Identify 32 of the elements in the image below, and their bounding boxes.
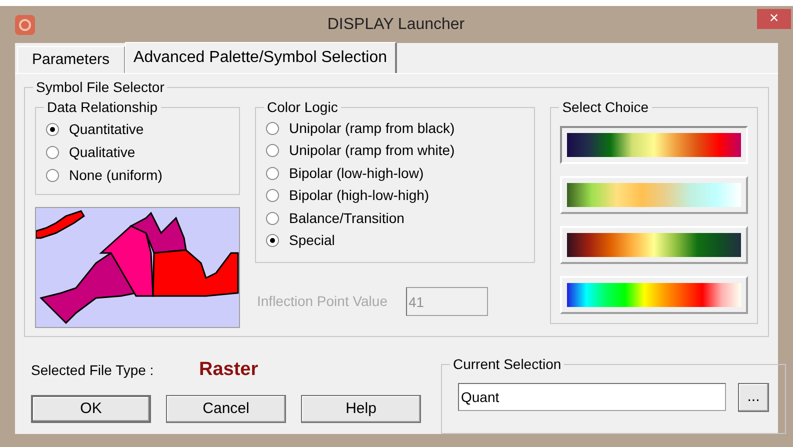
window-title: DISPLAY Launcher	[326, 14, 466, 34]
radio-label: Bipolar (low-high-low)	[289, 164, 424, 183]
radio-button[interactable]	[266, 122, 279, 135]
radio-label: Quantitative	[69, 120, 144, 139]
radio-label: Unipolar (ramp from white)	[289, 141, 455, 160]
file-type-value: Raster	[199, 358, 258, 382]
radio-button[interactable]	[266, 212, 279, 225]
close-button[interactable]: ×	[757, 8, 791, 28]
radio-label: None (uniform)	[69, 166, 162, 185]
current-selection-field[interactable]: Quant	[458, 383, 726, 411]
radio-label: Special	[289, 231, 335, 250]
radio-button[interactable]	[46, 146, 59, 158]
radio-button[interactable]	[266, 144, 279, 158]
radio-label: Unipolar (ramp from black)	[289, 118, 455, 138]
app-icon	[15, 14, 35, 34]
browse-button[interactable]: ...	[738, 383, 769, 412]
dialog-button[interactable]: Help	[301, 395, 421, 423]
radio-button[interactable]	[46, 168, 59, 182]
dialog-button[interactable]: OK	[31, 395, 151, 423]
tab[interactable]: Advanced Palette/Symbol Selection	[124, 42, 398, 73]
palette-option[interactable]	[560, 126, 748, 164]
file-type-label: Selected File Type :	[31, 360, 155, 380]
radio-button[interactable]	[266, 234, 279, 248]
radio-button[interactable]	[46, 122, 59, 136]
radio-label: Bipolar (high-low-high)	[289, 186, 430, 206]
dialog-button[interactable]: Cancel	[166, 395, 286, 423]
radio-button[interactable]	[266, 166, 279, 180]
radio-label: Balance/Transition	[289, 208, 404, 228]
inflection-label: Inflection Point Value	[257, 292, 388, 311]
tab[interactable]: Parameters	[17, 46, 125, 73]
radio-label: Qualitative	[69, 142, 136, 162]
radio-button[interactable]	[266, 189, 279, 202]
